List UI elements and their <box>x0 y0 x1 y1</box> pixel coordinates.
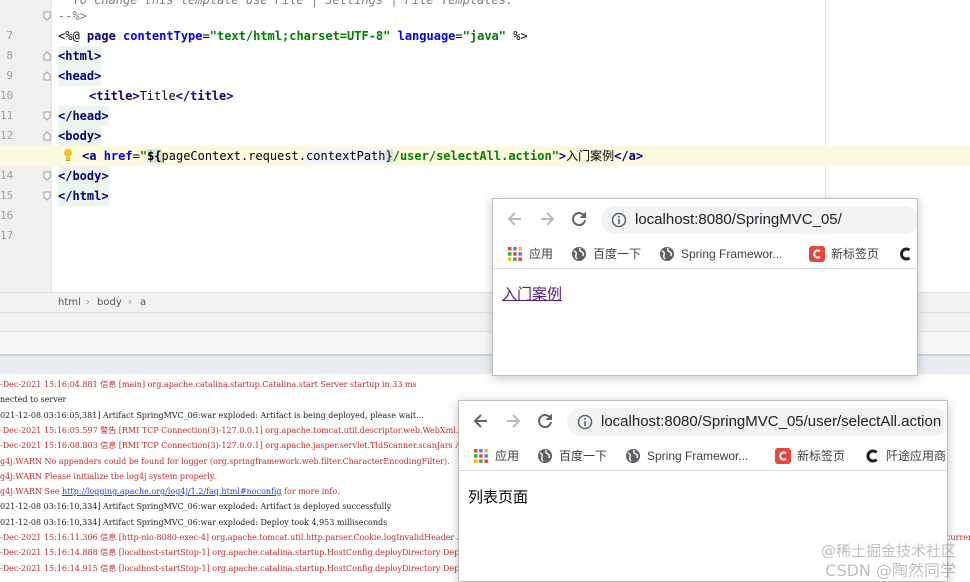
code-line[interactable]: 8 <%@ page contentType="text/html;charse… <box>0 26 970 62</box>
code-line[interactable]: 15 </body> <box>0 166 970 202</box>
browser-toolbar: localhost:8080/SpringMVC_05/ <box>493 199 917 239</box>
log-line: nected to server <box>0 395 67 404</box>
back-arrow-icon[interactable] <box>471 411 491 431</box>
fold-start-icon[interactable] <box>43 51 51 61</box>
c-logo-icon <box>809 246 825 262</box>
fold-end-icon[interactable] <box>43 171 51 181</box>
log-line: -Dec-2021 15:16:04.881 信息 [main] org.apa… <box>0 380 417 389</box>
bookmark-label: 百度一下 <box>559 449 608 463</box>
head-close-tag: </head> <box>58 106 109 126</box>
body-open-tag: <body> <box>58 126 102 146</box>
bookmark-label: 百度一下 <box>593 247 642 261</box>
bookmark-app-store[interactable]: 阡途应用商 <box>864 447 947 465</box>
body-close-tag: </body> <box>58 166 109 186</box>
c-logo-icon <box>775 448 791 464</box>
bookmark-label: 阡途应用商 <box>886 449 947 463</box>
log-line: 021-12-08 03:16:10,334] Artifact SpringM… <box>0 502 392 511</box>
bookmark-label: 应用 <box>495 449 520 463</box>
watermark-csdn: CSDN @陶然同学 <box>825 561 956 580</box>
address-bar[interactable]: localhost:8080/SpringMVC_05/ <box>601 206 917 234</box>
globe-icon <box>625 448 641 464</box>
anchor-element: <a href="${pageContext.request.contextPa… <box>82 149 644 163</box>
line-number: 17 <box>0 229 14 242</box>
bookmark-label: 新标签页 <box>831 247 880 261</box>
bookmark-apps[interactable]: 应用 <box>473 447 533 465</box>
code-line[interactable]: 10 <head> <box>0 66 970 102</box>
code-line[interactable]: 9 <html> <box>0 46 970 82</box>
html-close-tag: </html> <box>58 186 109 206</box>
html-open-tag: <html> <box>58 46 102 66</box>
fold-end-icon[interactable] <box>43 191 51 201</box>
breadcrumb-item-a[interactable]: a <box>140 293 146 312</box>
fold-end-icon[interactable] <box>43 111 51 121</box>
log-line: 021-12-08 03:16:05,381] Artifact SpringM… <box>0 411 424 420</box>
bookmark-spring[interactable]: Spring Framewor... <box>659 245 799 263</box>
page-directive: <%@ page contentType="text/html;charset=… <box>58 29 528 43</box>
url-text[interactable]: localhost:8080/SpringMVC_05/user/selectA… <box>601 413 941 431</box>
code-line[interactable]: 7 --%> <box>0 6 970 42</box>
bookmark-label: Spring Framewor... <box>647 449 749 463</box>
fold-start-icon[interactable] <box>43 71 51 81</box>
fold-end-icon[interactable] <box>43 11 51 21</box>
title-element: <title>Title</title> <box>89 89 234 103</box>
bookmarks-bar: 应用 百度一下 Spring Framewor... 新标签页 阡途应用商 <box>459 441 947 471</box>
info-icon[interactable] <box>611 212 627 228</box>
bookmark-spring[interactable]: Spring Framewor... <box>625 447 765 465</box>
comment-close: --%> <box>58 9 87 23</box>
c-logo-black-icon[interactable] <box>897 245 913 263</box>
browser-toolbar: localhost:8080/SpringMVC_05/user/selectA… <box>459 401 947 441</box>
forward-arrow-icon[interactable] <box>537 209 557 229</box>
log-line: g4j:WARN See http://logging.apache.org/l… <box>0 487 340 496</box>
breadcrumb-item-body[interactable]: body <box>97 293 122 312</box>
bookmark-label: 应用 <box>529 247 554 261</box>
chevron-right-icon: › <box>128 297 132 308</box>
chevron-right-icon: › <box>86 297 90 308</box>
bookmark-baidu[interactable]: 百度一下 <box>537 447 617 465</box>
browser-window-home[interactable]: localhost:8080/SpringMVC_05/ 应用 百度一下 Spr… <box>492 198 918 376</box>
globe-icon <box>659 246 675 262</box>
log4j-faq-link[interactable]: http://logging.apache.org/log4j/1.2/faq.… <box>62 487 281 496</box>
fold-start-icon[interactable] <box>43 131 51 141</box>
address-bar[interactable]: localhost:8080/SpringMVC_05/user/selectA… <box>567 408 947 436</box>
bookmark-apps[interactable]: 应用 <box>507 245 567 263</box>
info-icon[interactable] <box>577 414 593 430</box>
intro-case-link[interactable]: 入门案例 <box>502 283 562 304</box>
log-line: g4j:WARN No appenders could be found for… <box>0 457 450 466</box>
bookmark-new-tab[interactable]: 新标签页 <box>809 245 889 263</box>
reload-icon[interactable] <box>569 209 589 229</box>
apps-grid-icon <box>473 448 489 464</box>
code-line[interactable]: 13 <body> <box>0 126 970 162</box>
code-line[interactable]: 12 </head> <box>0 106 970 142</box>
bookmark-label: 新标签页 <box>797 449 846 463</box>
bookmarks-bar: 应用 百度一下 Spring Framewor... 新标签页 <box>493 239 917 269</box>
bookmark-label: Spring Framewor... <box>681 247 783 261</box>
log-line: 021-12-08 03:16:10,334] Artifact SpringM… <box>0 518 388 527</box>
c-logo-black-icon <box>864 448 880 464</box>
breadcrumb-item-html[interactable]: html <box>58 293 81 312</box>
bookmark-baidu[interactable]: 百度一下 <box>571 245 651 263</box>
back-arrow-icon[interactable] <box>505 209 525 229</box>
forward-arrow-icon[interactable] <box>503 411 523 431</box>
reload-icon[interactable] <box>535 411 555 431</box>
code-line-current[interactable]: 14 <a href="${pageContext.request.contex… <box>0 146 970 182</box>
bookmark-new-tab[interactable]: 新标签页 <box>775 447 855 465</box>
globe-icon <box>537 448 553 464</box>
head-open-tag: <head> <box>58 66 102 86</box>
list-page-text: 列表页面 <box>468 489 529 506</box>
code-line[interactable]: 11 <title>Title</title> <box>0 86 970 122</box>
globe-icon <box>571 246 587 262</box>
url-text[interactable]: localhost:8080/SpringMVC_05/ <box>635 211 842 229</box>
lightbulb-icon[interactable] <box>63 148 73 162</box>
log-line: g4j:WARN Please initialize the log4j sys… <box>0 472 216 481</box>
apps-grid-icon <box>507 246 523 262</box>
